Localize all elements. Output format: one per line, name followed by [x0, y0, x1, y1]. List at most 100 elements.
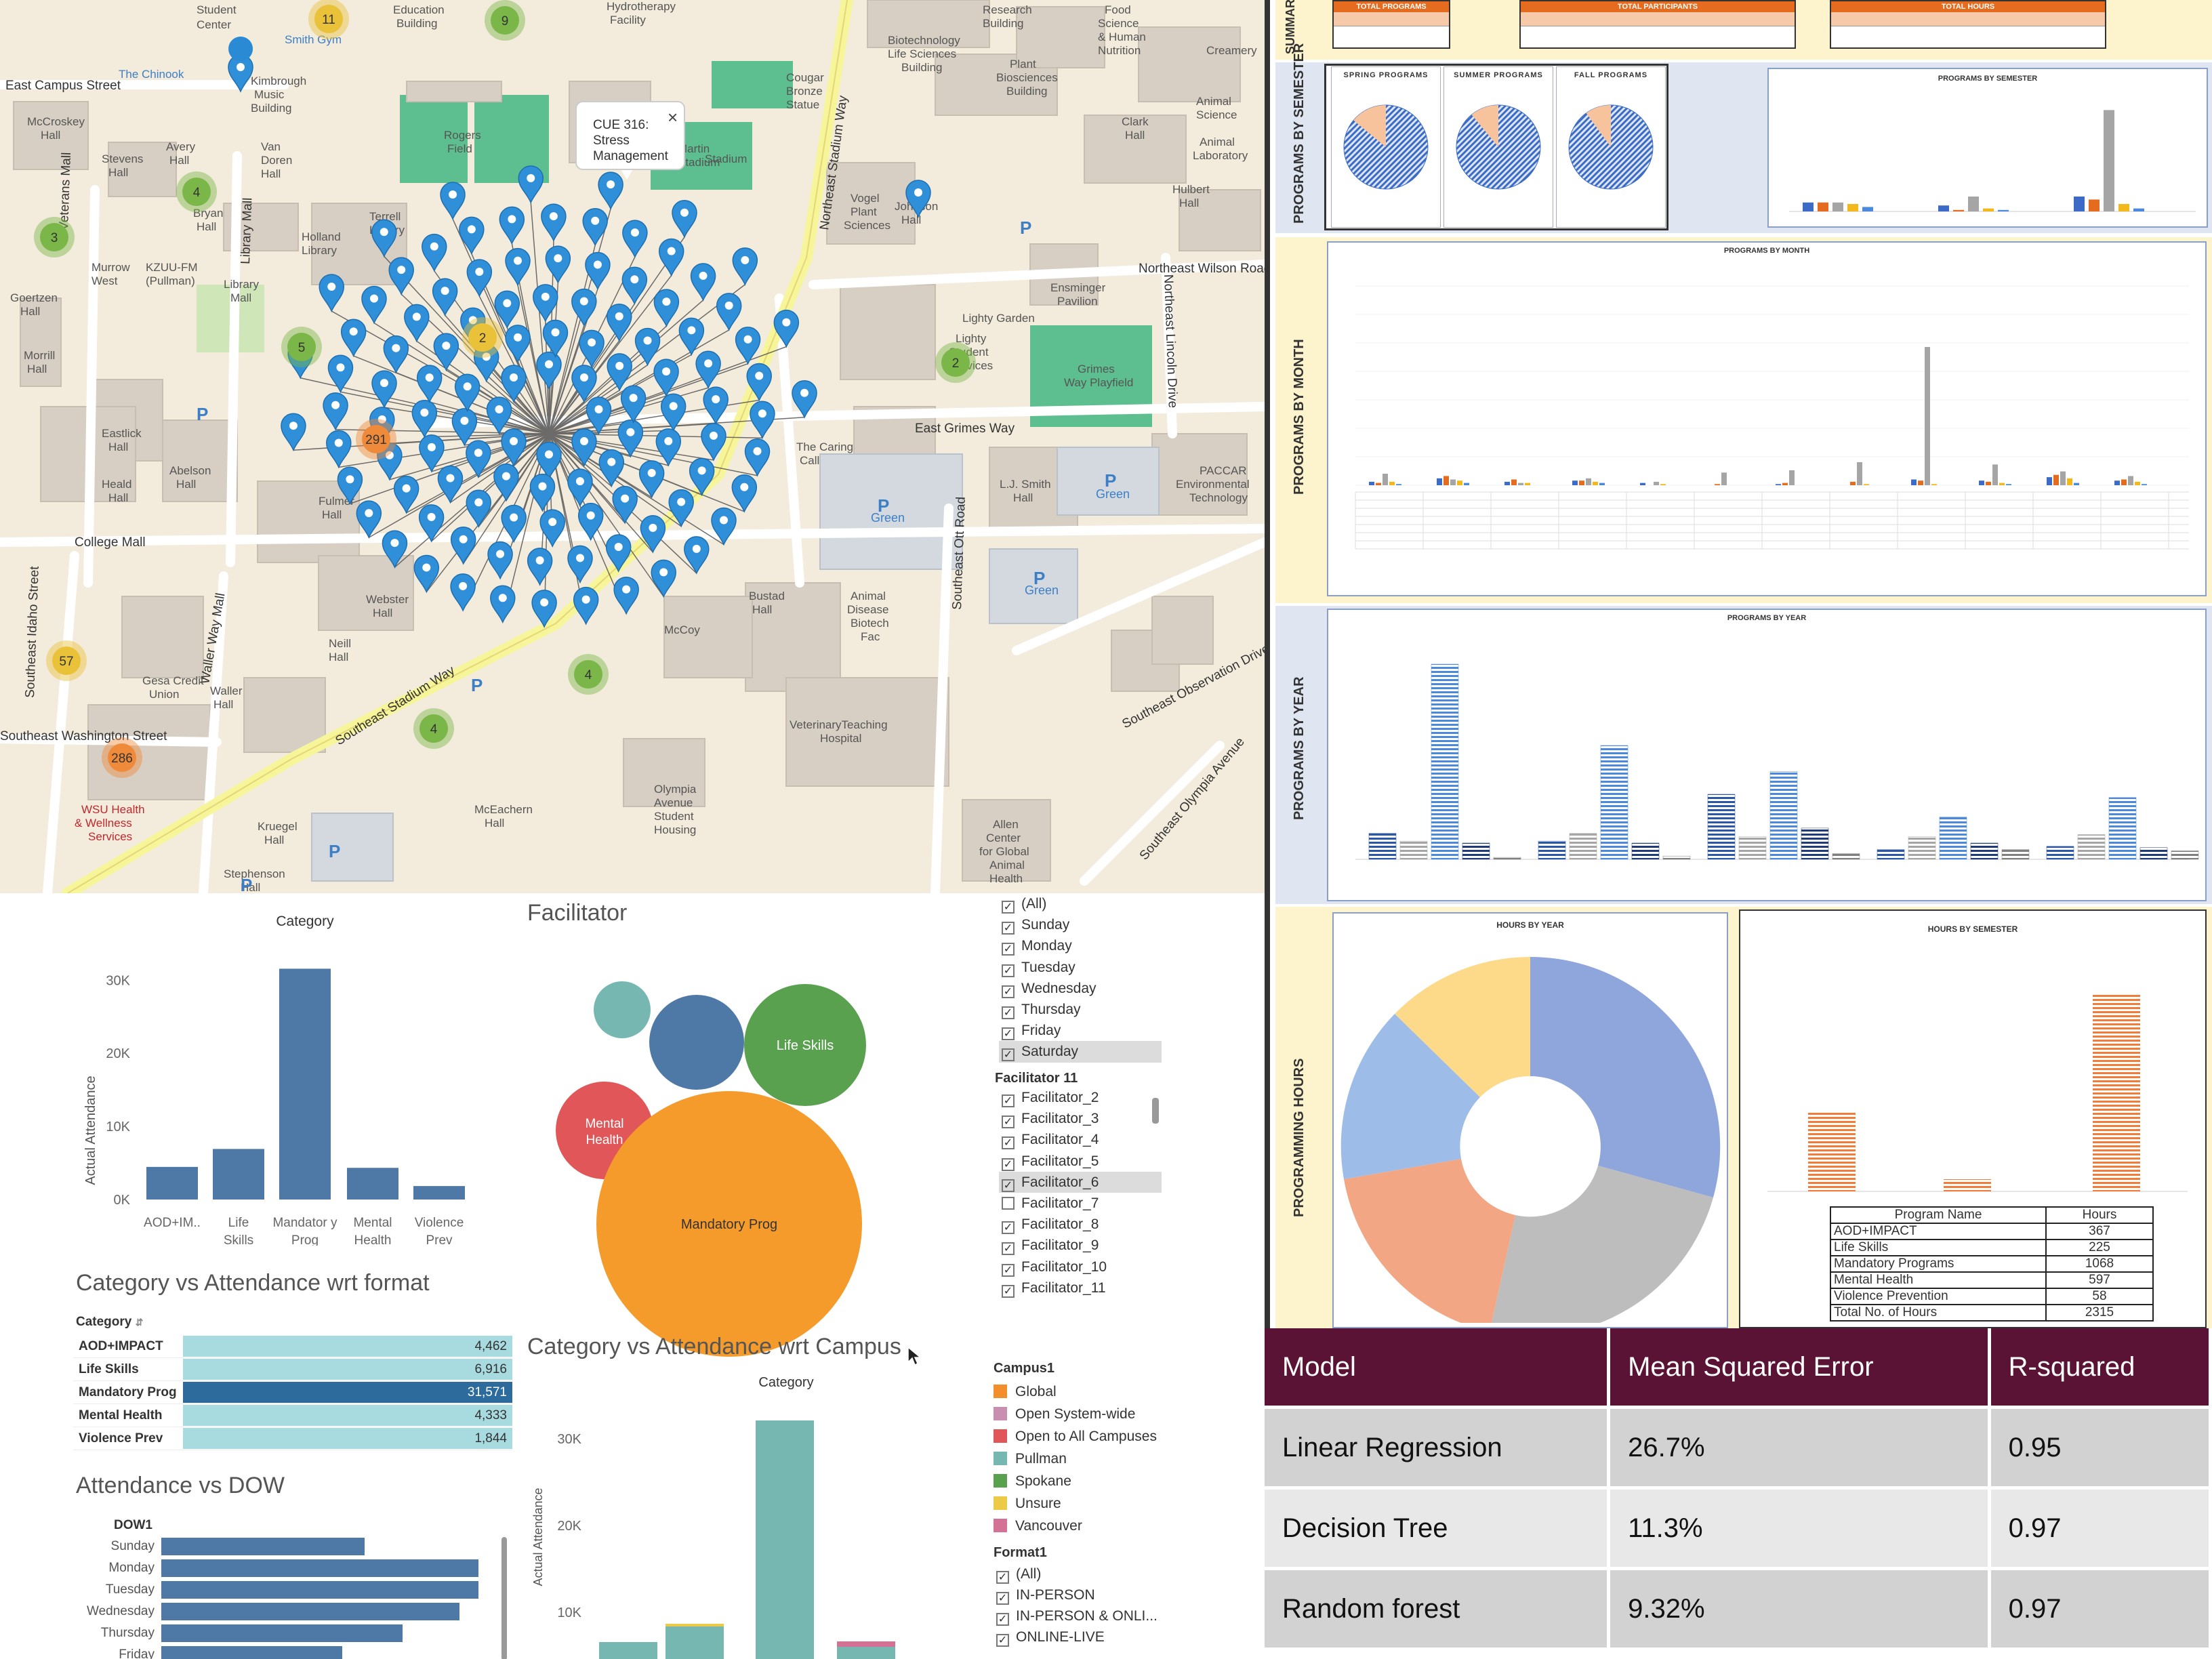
dow-bar[interactable] [161, 1646, 342, 1659]
year-bar[interactable] [1399, 840, 1428, 860]
year-bar[interactable] [1631, 842, 1660, 860]
legend-item[interactable]: Vancouver [994, 1515, 1157, 1537]
filter-option[interactable]: ✓ ONLINE-LIVE [994, 1626, 1158, 1647]
checkbox[interactable]: ✓ [1002, 1158, 1015, 1171]
month-bar[interactable] [1911, 479, 1917, 486]
campus-bar[interactable] [837, 1645, 895, 1659]
semester-bar[interactable] [2133, 208, 2144, 211]
month-bar[interactable] [1396, 484, 1401, 485]
month-bar[interactable] [2142, 484, 2147, 485]
format-filter[interactable]: Format1 ✓ (All) ✓ IN-PERSON ✓ IN-PERSON & ONLI… [994, 1545, 1158, 1647]
checkbox[interactable]: ✓ [1002, 964, 1015, 977]
legend-item[interactable]: Open System-wide [994, 1403, 1157, 1425]
month-bar[interactable] [1464, 483, 1469, 485]
month-bar[interactable] [1457, 480, 1462, 485]
year-bar[interactable] [1908, 836, 1936, 860]
month-bar[interactable] [1864, 484, 1869, 485]
month-bar[interactable] [2067, 478, 2072, 485]
filter-option[interactable]: ✓ Facilitator_3 [999, 1108, 1162, 1129]
filter-option[interactable]: ✓ Wednesday [999, 978, 1162, 999]
filter-option[interactable]: ✓ (All) [994, 1563, 1158, 1584]
semester-bar[interactable] [1953, 209, 1964, 211]
category-bar[interactable] [213, 1149, 264, 1200]
year-bar[interactable] [1462, 842, 1490, 860]
month-bar[interactable] [1918, 480, 1923, 485]
month-bar[interactable] [1382, 474, 1388, 485]
year-bar[interactable] [1801, 827, 1829, 860]
month-bar[interactable] [1857, 462, 1862, 485]
checkbox[interactable]: ✓ [996, 1613, 1009, 1626]
month-bar[interactable] [1450, 479, 1456, 486]
year-bar[interactable] [1877, 849, 1905, 860]
map-cluster-marker[interactable]: 3 [34, 217, 75, 258]
month-bar[interactable] [2128, 476, 2133, 485]
year-bar[interactable] [1493, 857, 1521, 860]
map-cluster-marker[interactable]: 57 [46, 640, 87, 681]
year-bar[interactable] [1738, 836, 1767, 860]
semester-bar[interactable] [2118, 204, 2129, 211]
legend-item[interactable]: Global [994, 1380, 1157, 1403]
month-bar[interactable] [2121, 479, 2127, 486]
pie-card[interactable]: FALL PROGRAMS [1556, 66, 1666, 228]
hours-year-card[interactable]: HOURS BY YEAR [1332, 912, 1728, 1328]
month-bar[interactable] [1925, 347, 1930, 485]
hours-semester-bar-chart[interactable] [1740, 934, 2205, 1218]
semester-bar-card[interactable]: PROGRAMS BY SEMESTER [1767, 68, 2208, 228]
table-row[interactable]: Mandatory Prog 31,571 [73, 1381, 512, 1404]
checkbox[interactable]: ✓ [1002, 901, 1015, 914]
month-bar[interactable] [2006, 484, 2011, 485]
dow-row[interactable]: Tuesday [41, 1579, 501, 1601]
hours-semester-card[interactable]: HOURS BY SEMESTER Program Name Hours AOD+I… [1739, 909, 2207, 1328]
dow-row[interactable]: Thursday [41, 1622, 501, 1644]
semester-bar[interactable] [1862, 207, 1873, 211]
dow-row[interactable]: Friday [41, 1644, 501, 1659]
checkbox[interactable]: ✓ [1002, 1048, 1015, 1062]
map-cluster-marker[interactable]: 11 [308, 0, 349, 39]
category-bar[interactable] [279, 968, 331, 1200]
campus-bar[interactable] [756, 1420, 814, 1659]
filter-option[interactable]: ✓ Sunday [999, 914, 1162, 935]
dow-bar-chart[interactable]: Sunday Monday Tuesday Wednesday Thursday Frid… [41, 1536, 501, 1659]
map-cluster-marker[interactable]: 291 [356, 419, 396, 459]
month-bar[interactable] [1776, 484, 1781, 485]
month-bar[interactable] [1789, 470, 1795, 485]
month-bar[interactable] [1931, 484, 1937, 485]
facilitator-bubble[interactable]: Mandatory Prog [596, 1091, 862, 1357]
checkbox[interactable]: ✓ [996, 1634, 1009, 1647]
filter-option[interactable]: ✓ Monday [999, 935, 1162, 956]
campus-bar[interactable] [599, 1642, 657, 1659]
dow-bar[interactable] [161, 1581, 478, 1599]
year-bar[interactable] [1569, 833, 1597, 860]
filter-option[interactable]: ✓ Facilitator_10 [999, 1256, 1162, 1277]
filter-option[interactable]: ✓ Facilitator_11 [999, 1277, 1162, 1298]
filter-option[interactable]: ✓ Facilitator_8 [999, 1214, 1162, 1235]
month-bar[interactable] [1504, 481, 1510, 485]
month-bar[interactable] [1640, 483, 1645, 485]
dow-bar[interactable] [161, 1559, 478, 1577]
month-bar[interactable] [1518, 483, 1523, 485]
table-row[interactable]: Mental Health 4,333 [73, 1404, 512, 1427]
checkbox[interactable]: ✓ [1002, 1221, 1015, 1235]
year-bar[interactable] [2001, 849, 2030, 860]
semester-bar[interactable] [1938, 205, 1949, 211]
filter-scrollbar[interactable] [1152, 1098, 1159, 1124]
year-bar[interactable] [1662, 855, 1691, 860]
checkbox[interactable]: ✓ [1002, 1027, 1015, 1041]
filter-option[interactable]: ✓ Facilitator_9 [999, 1235, 1162, 1256]
semester-bar[interactable] [1983, 208, 1994, 211]
checkbox[interactable]: ✓ [1002, 1115, 1015, 1129]
month-bar[interactable] [1986, 481, 1991, 485]
month-bar[interactable] [1660, 484, 1666, 485]
semester-bar[interactable] [2074, 197, 2085, 211]
filter-option[interactable]: ✓ Thursday [999, 999, 1162, 1020]
month-bar[interactable] [1715, 484, 1720, 485]
campus-bar[interactable] [665, 1625, 724, 1659]
category-bar[interactable] [347, 1168, 398, 1200]
facilitator-bubble[interactable] [594, 981, 651, 1038]
format-table[interactable]: AOD+IMPACT 4,462 Life Skills 6,916 Mandatory… [73, 1335, 512, 1450]
map-canvas[interactable]: East Campus Street Northeast Wilson Road… [0, 0, 1265, 893]
dow-bar[interactable] [161, 1624, 403, 1642]
filter-option[interactable]: ✓ Saturday [999, 1041, 1162, 1063]
checkbox[interactable]: ✓ [1002, 1179, 1015, 1192]
semester-bar[interactable] [1998, 209, 2009, 211]
